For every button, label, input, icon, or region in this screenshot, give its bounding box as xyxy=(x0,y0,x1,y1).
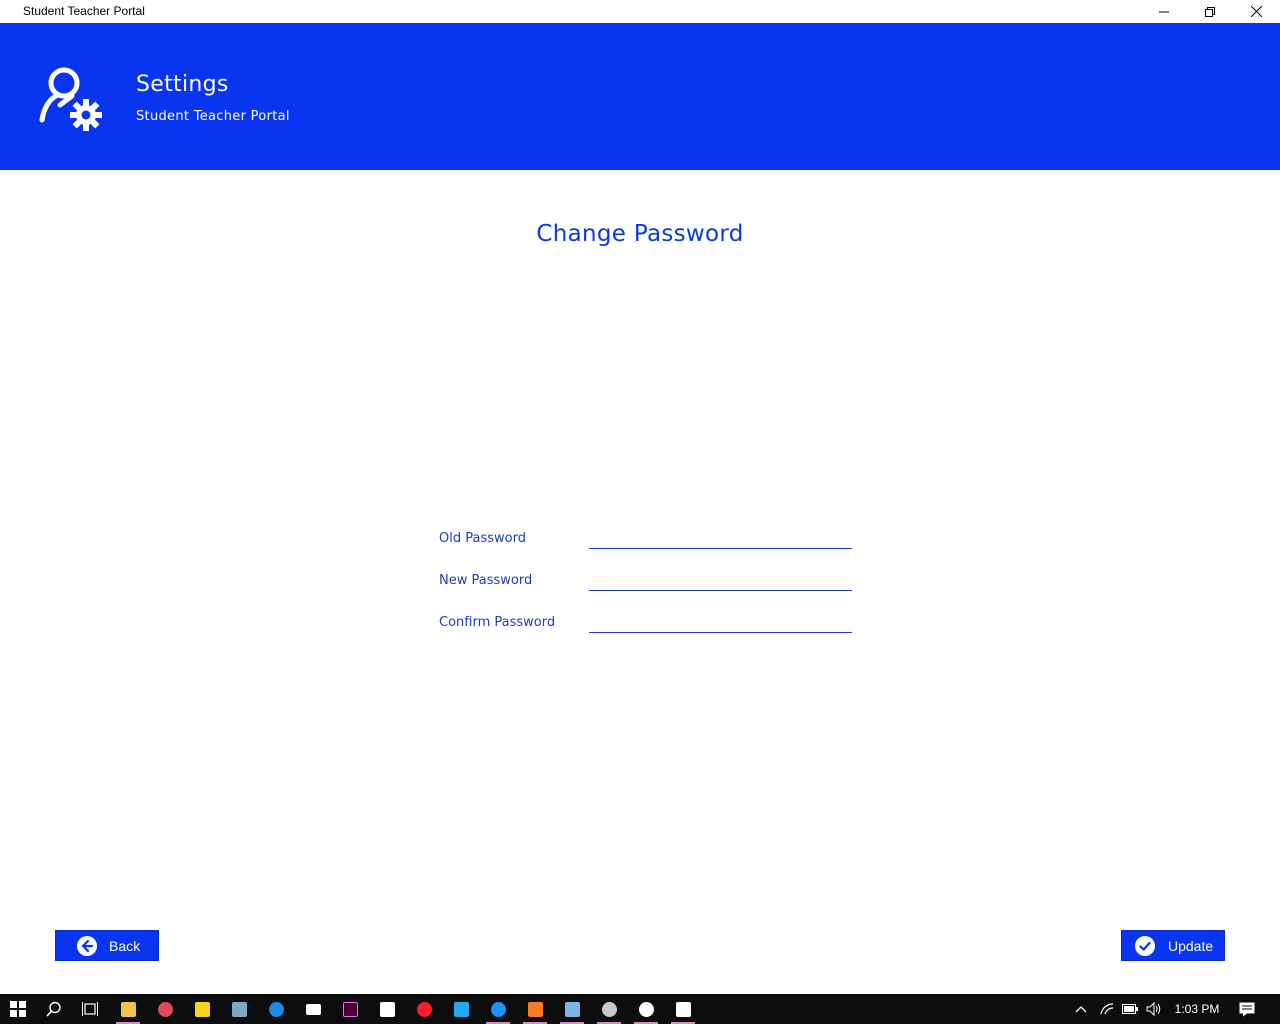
new-password-field[interactable] xyxy=(589,565,852,591)
minimize-icon xyxy=(1159,11,1169,12)
sticky-notes-icon xyxy=(194,1001,210,1017)
close-icon xyxy=(1250,6,1262,17)
paint-icon xyxy=(157,1001,173,1017)
taskbar-app-file-explorer[interactable] xyxy=(110,994,146,1024)
section-heading: Change Password xyxy=(536,221,744,247)
chevron-up-icon xyxy=(1075,1006,1087,1013)
file-explorer-icon xyxy=(120,1001,136,1017)
old-password-field[interactable] xyxy=(589,523,852,549)
taskbar-app-store[interactable] xyxy=(369,994,405,1024)
taskbar-app-firefox[interactable] xyxy=(480,994,516,1024)
taskbar-app-vscode[interactable] xyxy=(443,994,479,1024)
xampp-icon xyxy=(527,1001,543,1017)
battery-icon xyxy=(1122,1004,1138,1014)
action-center-button[interactable] xyxy=(1236,994,1258,1024)
close-button[interactable] xyxy=(1233,0,1279,23)
photos-viewer-icon xyxy=(231,1001,247,1017)
volume-button[interactable] xyxy=(1143,994,1165,1024)
update-button[interactable]: Update xyxy=(1121,930,1225,961)
update-button-label: Update xyxy=(1168,937,1214,954)
firefox-icon xyxy=(490,1001,506,1017)
taskbar-app-generic-2[interactable] xyxy=(628,994,664,1024)
notification-icon xyxy=(1239,1002,1255,1016)
app-icon xyxy=(601,1001,617,1017)
app-icon xyxy=(638,1001,654,1017)
taskbar-app-photos-viewer[interactable] xyxy=(221,994,257,1024)
search-button[interactable] xyxy=(36,994,72,1024)
title-bar: Student Teacher Portal xyxy=(0,0,1280,23)
battery-button[interactable] xyxy=(1119,994,1141,1024)
page-subtitle: Student Teacher Portal xyxy=(136,109,290,124)
new-password-label: New Password xyxy=(439,573,533,588)
store-icon xyxy=(379,1001,395,1017)
confirm-password-field[interactable] xyxy=(589,607,852,633)
page-title: Settings xyxy=(136,72,229,97)
taskbar-app-adobe-xd[interactable] xyxy=(332,994,368,1024)
taskbar-app-opera[interactable] xyxy=(406,994,442,1024)
start-button[interactable] xyxy=(0,994,36,1024)
confirm-password-label: Confirm Password xyxy=(439,615,556,630)
wifi-icon xyxy=(1100,1003,1114,1015)
window-title: Student Teacher Portal xyxy=(23,4,145,18)
mail-icon xyxy=(305,1003,321,1015)
network-button[interactable] xyxy=(1096,994,1118,1024)
taskbar-app-generic[interactable] xyxy=(591,994,627,1024)
taskbar-app-edge[interactable] xyxy=(258,994,294,1024)
taskbar-app-sticky-notes[interactable] xyxy=(184,994,220,1024)
arrow-left-circle-icon xyxy=(77,935,97,956)
new-password-row: New Password xyxy=(439,565,859,607)
confirm-password-row: Confirm Password xyxy=(439,607,859,649)
virtualbox-icon xyxy=(564,1001,580,1017)
taskbar-app-paint[interactable] xyxy=(147,994,183,1024)
taskbar-clock[interactable]: 1:03 PM xyxy=(1172,994,1222,1024)
back-button-label: Back xyxy=(109,937,141,954)
taskbar-app-photos[interactable] xyxy=(665,994,701,1024)
task-view-icon xyxy=(82,1002,98,1016)
opera-icon xyxy=(416,1001,432,1017)
minimize-button[interactable] xyxy=(1141,0,1187,23)
user-settings-icon xyxy=(39,67,102,131)
restore-icon xyxy=(1205,6,1215,17)
back-button[interactable]: Back xyxy=(55,930,159,961)
taskbar-app-mail[interactable] xyxy=(295,994,331,1024)
taskbar-app-virtualbox[interactable] xyxy=(554,994,590,1024)
check-circle-icon xyxy=(1135,935,1155,956)
old-password-label: Old Password xyxy=(439,531,526,546)
adobe-xd-icon xyxy=(342,1001,358,1017)
show-hidden-icons-button[interactable] xyxy=(1070,994,1092,1024)
taskbar: 1:03 PM xyxy=(0,994,1280,1024)
taskbar-app-xampp[interactable] xyxy=(517,994,553,1024)
volume-icon xyxy=(1146,1002,1161,1016)
windows-logo-icon xyxy=(10,1001,26,1017)
restore-button[interactable] xyxy=(1187,0,1233,23)
old-password-row: Old Password xyxy=(439,523,859,565)
search-icon xyxy=(46,1001,61,1017)
photos-icon xyxy=(675,1001,691,1017)
task-view-button[interactable] xyxy=(72,994,108,1024)
vscode-icon xyxy=(453,1001,469,1017)
edge-icon xyxy=(268,1001,284,1017)
app-header: Settings Student Teacher Portal xyxy=(0,23,1280,170)
